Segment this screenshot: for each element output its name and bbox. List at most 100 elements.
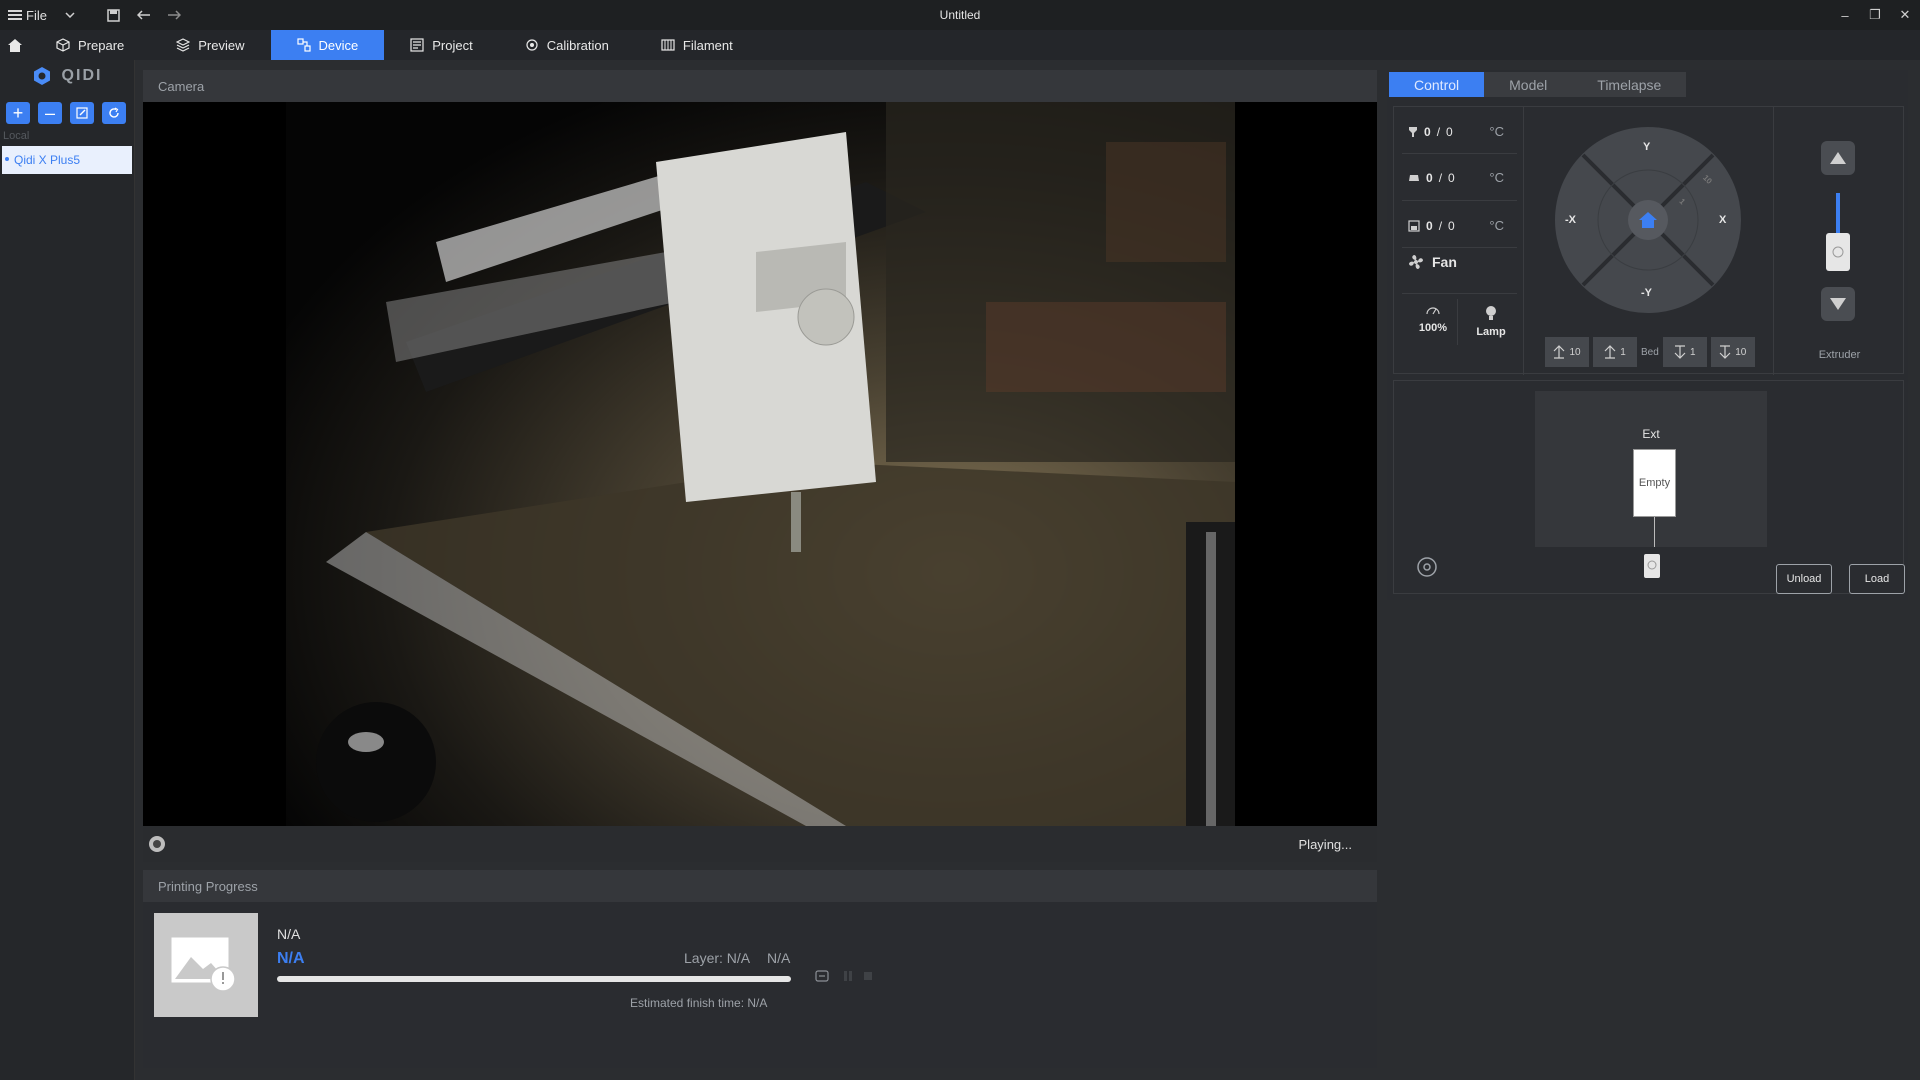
x-minus-label[interactable]: -X bbox=[1565, 214, 1576, 226]
window-title: Untitled bbox=[939, 8, 981, 22]
y-plus-label[interactable]: Y bbox=[1643, 141, 1650, 153]
fan-icon bbox=[1409, 255, 1423, 269]
progress-header: Printing Progress bbox=[143, 870, 1377, 902]
arrow-up-icon bbox=[1554, 345, 1565, 359]
nozzle-icon bbox=[1409, 126, 1417, 137]
close-button[interactable]: ✕ bbox=[1890, 0, 1920, 30]
main-nav: Prepare Preview Device Project Calibrati… bbox=[0, 30, 1920, 60]
printer-item[interactable]: Qidi X Plus5 bbox=[2, 146, 132, 174]
bed-down-10-button[interactable]: 10 bbox=[1710, 337, 1755, 367]
arrow-down-icon bbox=[1674, 345, 1686, 359]
tab-filament[interactable]: Filament bbox=[635, 30, 759, 60]
y-minus-label[interactable]: -Y bbox=[1641, 287, 1652, 299]
nozzle-temp[interactable]: 0/0 °C bbox=[1408, 124, 1518, 139]
record-button[interactable] bbox=[149, 836, 165, 852]
file-menu[interactable]: File bbox=[0, 8, 55, 23]
refresh-icon bbox=[109, 107, 119, 118]
home-button[interactable] bbox=[0, 30, 30, 60]
hamburger-icon bbox=[8, 10, 22, 20]
speed-icon bbox=[1426, 307, 1440, 315]
tab-timelapse[interactable]: Timelapse bbox=[1572, 72, 1686, 97]
tab-label: Project bbox=[432, 37, 473, 53]
stop-icon[interactable] bbox=[863, 970, 873, 985]
home-icon bbox=[8, 38, 22, 52]
estimated-finish: Estimated finish time: N/A bbox=[630, 996, 768, 1010]
tab-model[interactable]: Model bbox=[1484, 72, 1572, 97]
save-icon[interactable] bbox=[99, 0, 129, 30]
undo-icon[interactable] bbox=[129, 0, 159, 30]
edit-printer-button[interactable] bbox=[70, 102, 94, 124]
lamp-icon bbox=[1486, 306, 1496, 320]
extruder-icon bbox=[1826, 193, 1850, 271]
triangle-down-icon bbox=[1830, 298, 1846, 310]
filament-icon bbox=[661, 39, 675, 51]
chamber-temp[interactable]: 0/0 °C bbox=[1408, 218, 1518, 233]
bed-up-1-button[interactable]: 1 bbox=[1593, 337, 1637, 367]
toolhead-icon bbox=[1644, 554, 1660, 578]
camera-frame bbox=[286, 102, 1235, 826]
tab-calibration[interactable]: Calibration bbox=[499, 30, 635, 60]
restore-button[interactable]: ❐ bbox=[1860, 0, 1890, 30]
extrude-down-button[interactable] bbox=[1821, 287, 1855, 321]
load-button[interactable]: Load bbox=[1849, 564, 1905, 594]
x-plus-label[interactable]: X bbox=[1719, 214, 1726, 226]
camera-image bbox=[316, 102, 1235, 826]
tab-project[interactable]: Project bbox=[384, 30, 498, 60]
bed-jog-row: 10 1 Bed 1 10 bbox=[1545, 337, 1755, 367]
section-label: Local bbox=[3, 130, 30, 142]
speed-button[interactable]: 100% bbox=[1408, 305, 1458, 334]
minimize-button[interactable]: – bbox=[1830, 0, 1860, 30]
tab-control[interactable]: Control bbox=[1389, 72, 1485, 97]
motion-control-box: 0/0 °C 0/0 °C 0/0 °C Fan 100% Lamp Y -Y … bbox=[1393, 106, 1904, 375]
calibration-icon bbox=[526, 39, 538, 51]
print-name: N/A bbox=[277, 926, 301, 942]
jog-control: Y -Y X -X 10 1 10 1 Bed 1 10 bbox=[1524, 107, 1774, 375]
title-bar: File Untitled – ❐ ✕ bbox=[0, 0, 1920, 30]
project-icon bbox=[410, 38, 424, 52]
tab-label: Filament bbox=[682, 37, 733, 53]
camera-header: Camera bbox=[143, 70, 1377, 102]
qidi-logo-icon bbox=[33, 67, 50, 85]
refresh-button[interactable] bbox=[102, 102, 126, 124]
settings-icon[interactable] bbox=[1416, 556, 1438, 583]
device-icon bbox=[296, 38, 311, 52]
xy-jog-pad[interactable]: Y -Y X -X 10 1 bbox=[1555, 127, 1741, 313]
tab-preview[interactable]: Preview bbox=[150, 30, 270, 60]
file-menu-label: File bbox=[26, 7, 47, 23]
bed-down-1-button[interactable]: 1 bbox=[1662, 337, 1707, 367]
pause-icon[interactable] bbox=[843, 970, 853, 985]
external-spool-area: Ext Empty bbox=[1535, 391, 1767, 547]
layers-icon bbox=[176, 38, 191, 52]
triangle-up-icon bbox=[1830, 152, 1846, 164]
fan-button[interactable]: Fan bbox=[1408, 254, 1457, 270]
device-sidebar: QIDI + – Local Qidi X Plus5 bbox=[0, 60, 135, 1080]
layer-info: Layer: N/A bbox=[684, 950, 751, 966]
add-printer-button[interactable]: + bbox=[6, 102, 30, 124]
remove-printer-button[interactable]: – bbox=[38, 102, 62, 124]
chevron-down-icon[interactable] bbox=[55, 0, 85, 30]
bed-temp[interactable]: 0/0 °C bbox=[1408, 170, 1518, 185]
arrow-down-icon bbox=[1719, 345, 1731, 359]
lamp-button[interactable]: Lamp bbox=[1466, 305, 1516, 338]
camera-panel: Camera Playing... bbox=[143, 70, 1377, 862]
bed-up-10-button[interactable]: 10 bbox=[1545, 337, 1589, 367]
bed-label: Bed bbox=[1641, 346, 1659, 358]
arrow-up-icon bbox=[1604, 345, 1616, 359]
tab-label: Prepare bbox=[78, 37, 125, 53]
chamber-icon bbox=[1408, 219, 1420, 232]
edit-icon bbox=[76, 107, 88, 119]
camera-status: Playing... bbox=[1298, 836, 1352, 852]
tab-label: Device bbox=[318, 37, 359, 53]
print-status: N/A bbox=[277, 950, 305, 967]
tab-device[interactable]: Device bbox=[270, 30, 385, 60]
home-icon bbox=[1639, 212, 1657, 228]
home-axes-button[interactable] bbox=[1628, 200, 1668, 240]
unload-button[interactable]: Unload bbox=[1776, 564, 1832, 594]
tab-prepare[interactable]: Prepare bbox=[30, 30, 150, 60]
redo-icon[interactable] bbox=[159, 0, 189, 30]
filament-slot[interactable]: Empty bbox=[1633, 449, 1676, 517]
extrude-up-button[interactable] bbox=[1821, 141, 1855, 175]
printing-progress-panel: Printing Progress N/A N/A Layer: N/A N/A… bbox=[143, 870, 1377, 1068]
abort-icon[interactable] bbox=[815, 970, 829, 985]
extruder-label: Extruder bbox=[1818, 349, 1861, 361]
